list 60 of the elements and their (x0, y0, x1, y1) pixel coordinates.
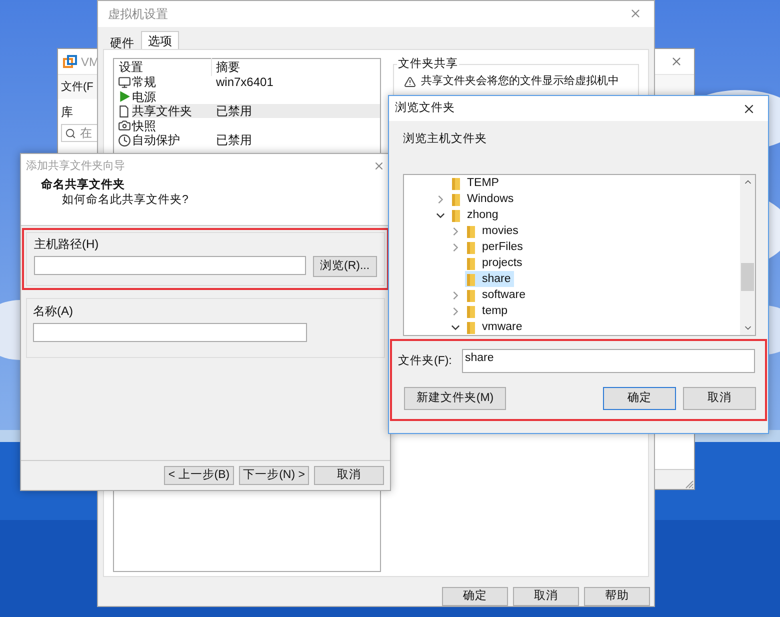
tree-item[interactable]: vmware (465, 319, 526, 336)
scroll-thumb[interactable] (741, 263, 754, 292)
dialog-button[interactable]: 取消 (513, 587, 579, 606)
dialog-button[interactable]: 取消 (314, 466, 384, 485)
dialog-button[interactable]: 下一步(N) > (239, 466, 309, 485)
search-icon (65, 128, 76, 138)
column-header: 设置 (114, 58, 212, 76)
tree-item[interactable]: Windows (450, 191, 517, 208)
name-field[interactable] (33, 323, 307, 342)
collapsed-chevron-icon[interactable] (451, 306, 460, 316)
field-label: 名称(A) (33, 303, 74, 320)
library-label: 库 (61, 104, 73, 121)
warning-text: 共享文件夹会将您的文件显示给虚拟机中 (421, 74, 619, 88)
warning-icon (404, 76, 416, 88)
settings-row[interactable]: 常规 win7x6401 (132, 74, 380, 90)
settings-row[interactable]: 电源 (132, 89, 380, 104)
settings-row[interactable]: 自动保护 已禁用 (132, 132, 380, 148)
monitor-icon (118, 76, 131, 89)
window-title: 浏览文件夹 (395, 100, 455, 116)
collapsed-chevron-icon[interactable] (451, 226, 460, 236)
column-header: 摘要 (215, 58, 240, 76)
dialog-button[interactable]: 新建文件夹(M) (404, 387, 506, 410)
expanded-chevron-icon[interactable] (451, 322, 460, 332)
tree-item[interactable]: projects (465, 255, 526, 272)
scrollbar[interactable] (740, 175, 755, 336)
collapsed-chevron-icon[interactable] (436, 194, 445, 204)
tree-item[interactable]: perFiles (465, 239, 526, 256)
dialog-button[interactable]: < 上一步(B) (164, 466, 234, 485)
clock-icon (118, 134, 131, 147)
app-logo-icon (63, 54, 77, 68)
field-label: 主机路径(H) (34, 236, 100, 253)
folder-field[interactable]: share (462, 349, 755, 374)
dialog-prompt: 浏览主机文件夹 (402, 131, 488, 147)
expanded-chevron-icon[interactable] (436, 210, 445, 220)
tree-item[interactable]: share (465, 271, 514, 288)
window-title: 添加共享文件夹向导 (26, 158, 125, 174)
camera-icon (118, 119, 131, 132)
group-title: 文件夹共享 (397, 58, 459, 70)
play-icon (118, 90, 131, 104)
tree-item[interactable]: temp (465, 303, 511, 320)
tab[interactable]: 选项 (141, 30, 179, 49)
dialog-button[interactable]: 帮助 (584, 587, 650, 606)
dialog-button[interactable]: 浏览(R)... (312, 256, 377, 277)
wizard-heading: 命名共享文件夹 (40, 178, 126, 193)
settings-row[interactable]: 快照 (132, 118, 380, 133)
tree-item[interactable]: software (465, 287, 528, 304)
field-label: 文件夹(F): (398, 354, 453, 369)
tree-item[interactable]: zhong (450, 207, 502, 224)
host-path-field[interactable] (34, 256, 306, 275)
window-title: 虚拟机设置 (108, 6, 168, 23)
tree-item[interactable]: movies (465, 223, 522, 240)
dialog-button[interactable]: 确定 (442, 587, 508, 606)
settings-row[interactable]: 共享文件夹 已禁用 (132, 104, 380, 118)
tree-item[interactable]: TEMP (450, 175, 502, 192)
collapsed-chevron-icon[interactable] (451, 290, 460, 300)
dialog-button[interactable]: 取消 (683, 387, 756, 410)
wizard-subheading: 如何命名此共享文件夹? (61, 193, 190, 208)
collapsed-chevron-icon[interactable] (451, 242, 460, 252)
menu-item[interactable]: 文件(F (61, 78, 94, 96)
dialog-button[interactable]: 确定 (603, 387, 676, 410)
